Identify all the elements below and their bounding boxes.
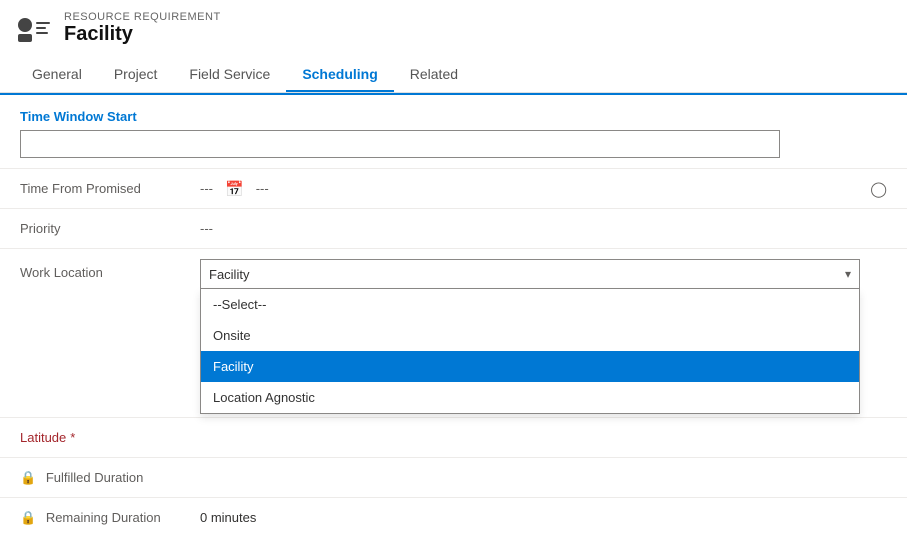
label-fulfilled-duration: 🔒 Fulfilled Duration (20, 470, 200, 486)
record-type-label: RESOURCE REQUIREMENT (64, 11, 221, 23)
required-star: * (70, 430, 75, 445)
value-time-from-promised: --- 📅 --- ◯ (200, 180, 887, 198)
tabs-nav: General Project Field Service Scheduling… (16, 58, 891, 92)
label-priority: Priority (20, 221, 200, 236)
tab-related[interactable]: Related (394, 58, 474, 92)
label-time-from-promised: Time From Promised (20, 181, 200, 196)
time-window-input-wrap (0, 128, 907, 168)
form-area: Time Window Start Time From Promised ---… (0, 93, 907, 537)
work-location-dropdown[interactable]: Facility ▾ --Select-- Onsite Facility Lo… (200, 259, 860, 289)
priority-value: --- (200, 221, 213, 236)
resource-requirement-icon (16, 10, 52, 46)
tab-project[interactable]: Project (98, 58, 174, 92)
label-latitude: Latitude* (20, 430, 200, 445)
dropdown-option-location-agnostic[interactable]: Location Agnostic (201, 382, 859, 413)
dropdown-option-facility[interactable]: Facility (201, 351, 859, 382)
work-location-dropdown-menu: --Select-- Onsite Facility Location Agno… (200, 289, 860, 414)
record-header: RESOURCE REQUIREMENT Facility (16, 10, 891, 54)
time-to-value: --- (256, 181, 269, 196)
dropdown-option-select[interactable]: --Select-- (201, 289, 859, 320)
field-row-remaining-duration: 🔒 Remaining Duration 0 minutes (0, 497, 907, 537)
section-title: Time Window Start (0, 95, 907, 128)
value-priority: --- (200, 221, 887, 236)
tab-scheduling[interactable]: Scheduling (286, 58, 393, 92)
time-window-start-input[interactable] (20, 130, 780, 158)
dropdown-arrow-icon: ▾ (845, 267, 851, 281)
calendar-icon[interactable]: 📅 (225, 180, 244, 198)
field-row-fulfilled-duration: 🔒 Fulfilled Duration (0, 457, 907, 497)
field-row-latitude: Latitude* (0, 417, 907, 457)
dropdown-option-onsite[interactable]: Onsite (201, 320, 859, 351)
value-work-location: Facility ▾ --Select-- Onsite Facility Lo… (200, 259, 887, 289)
app-header: RESOURCE REQUIREMENT Facility General Pr… (0, 0, 907, 93)
label-remaining-duration: 🔒 Remaining Duration (20, 510, 200, 526)
lock-icon-remaining: 🔒 (20, 510, 36, 525)
work-location-selected[interactable]: Facility ▾ (200, 259, 860, 289)
clock-icon[interactable]: ◯ (870, 180, 887, 198)
record-title-block: RESOURCE REQUIREMENT Facility (64, 11, 221, 46)
label-work-location: Work Location (20, 259, 200, 280)
work-location-selected-text: Facility (209, 267, 249, 282)
field-row-work-location: Work Location Facility ▾ --Select-- Onsi… (0, 248, 907, 297)
tab-field-service[interactable]: Field Service (173, 58, 286, 92)
tab-general[interactable]: General (16, 58, 98, 92)
time-from-value: --- (200, 181, 213, 196)
field-row-time-from-promised: Time From Promised --- 📅 --- ◯ (0, 168, 907, 208)
record-name: Facility (64, 23, 221, 46)
field-row-priority: Priority --- (0, 208, 907, 248)
lock-icon-fulfilled: 🔒 (20, 470, 36, 485)
